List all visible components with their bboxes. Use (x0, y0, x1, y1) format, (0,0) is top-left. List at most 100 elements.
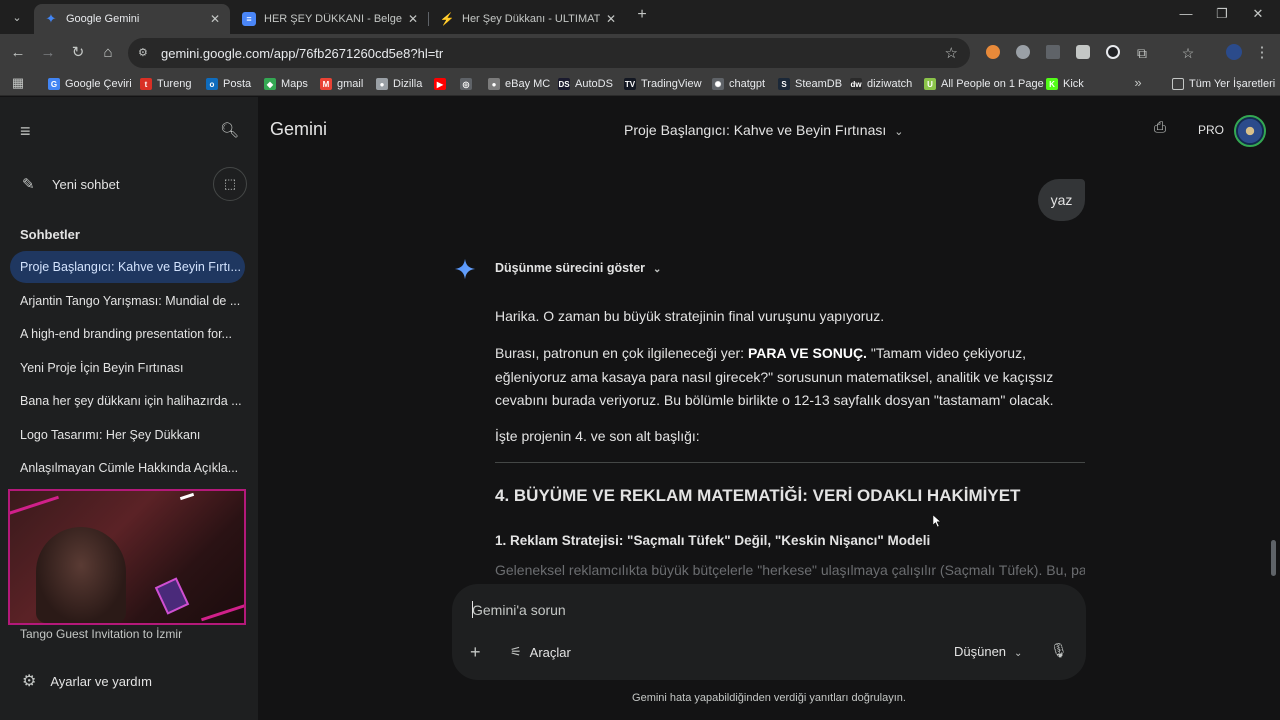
tools-sliders-icon: ⚟ (510, 644, 522, 659)
reload-icon[interactable]: ↻ (68, 43, 88, 63)
tab-her-sey-dukkani-belge[interactable]: ≡ HER ŞEY DÜKKANI - Belge ✕ (232, 4, 428, 34)
search-icon[interactable]: 🔍︎ (220, 121, 239, 139)
gemini-favicon-icon: ✦ (45, 11, 57, 26)
new-chat-label: Yeni sohbet (52, 176, 120, 192)
bookmark-item[interactable]: U All People on 1 Page (924, 76, 1044, 92)
bookmark-item[interactable]: TV TradingView (624, 76, 702, 92)
response-paragraph-faded: Geleneksel reklamcılıkta büyük bütçelerl… (495, 562, 1085, 578)
close-window-icon[interactable]: ✕ (1248, 6, 1268, 22)
bookmark-item[interactable]: ● Dizilla (376, 76, 422, 92)
sidebar-chat-item[interactable]: Anlaşılmayan Cümle Hakkında Açıkla... (10, 452, 245, 484)
all-bookmarks-folder[interactable]: Tüm Yer İşaretleri (1172, 76, 1275, 92)
overlay-stripe (201, 599, 244, 622)
sidebar-chat-item[interactable]: A high-end branding presentation for... (10, 318, 245, 350)
bookmark-favicon-icon: ● (376, 78, 388, 90)
gemini-brand[interactable]: Gemini (270, 119, 327, 140)
sidebar: ≡ 🔍︎ ✎ Yeni sohbet ⬚ Sohbetler Proje Baş… (0, 97, 258, 720)
close-tab-icon[interactable]: ✕ (210, 12, 220, 26)
extension-icon[interactable] (1016, 45, 1030, 59)
bookmark-label: TradingView (641, 78, 702, 90)
bookmark-favicon-icon: K (1046, 78, 1058, 90)
new-tab-button[interactable]: + (632, 6, 652, 28)
gear-icon: ⚙ (22, 673, 37, 690)
extension-icon[interactable] (1106, 45, 1120, 59)
avatar[interactable] (1234, 115, 1266, 147)
bookmark-favicon-icon: TV (624, 78, 636, 90)
prompt-input[interactable] (472, 602, 872, 618)
model-mode-selector[interactable]: Düşünen ⌄ (954, 644, 1022, 659)
docs-favicon-icon: ≡ (242, 12, 256, 26)
bookmark-item[interactable]: S SteamDB (778, 76, 842, 92)
back-icon[interactable]: ← (8, 43, 28, 63)
tab-search-chevron-icon[interactable]: ⌄ (6, 6, 28, 28)
divider (495, 462, 1085, 463)
response-subheading: 1. Reklam Stratejisi: "Saçmalı Tüfek" De… (495, 533, 931, 548)
bookmark-item[interactable]: t Tureng (140, 76, 191, 92)
bookmark-favicon-icon: ◎ (460, 78, 472, 90)
sidebar-chat-item[interactable]: Yeni Proje İçin Beyin Fırtınası (10, 352, 245, 384)
sidebar-chat-item[interactable]: Proje Başlangıcı: Kahve ve Beyin Fırtı..… (10, 251, 245, 283)
bookmark-label: Tureng (157, 78, 192, 90)
more-menu-icon[interactable]: ⋮ (1252, 43, 1272, 63)
settings-help-button[interactable]: ⚙ Ayarlar ve yardım (22, 671, 152, 691)
bookmark-item[interactable]: ✺ chatgpt (712, 76, 765, 92)
bookmark-item[interactable]: Mgmail (320, 76, 363, 92)
show-thinking-button[interactable]: Düşünme sürecini göster ⌄ (495, 261, 661, 275)
response-paragraph: Burası, patronun en çok ilgileneceği yer… (495, 342, 1085, 413)
sidebar-chat-item[interactable]: Arjantin Tango Yarışması: Mundial de ... (10, 285, 245, 317)
tab-her-sey-dukkani-ultimate[interactable]: ⚡ Her Şey Dükkanı - ULTIMATE FI ✕ (430, 4, 626, 34)
bookmark-label: Posta (223, 78, 252, 90)
mouse-cursor-icon (933, 515, 941, 527)
bookmark-favicon-icon: ✺ (712, 78, 724, 90)
bookmarks-icon[interactable]: ☆ (1178, 43, 1198, 63)
tools-button[interactable]: ⚟ Araçlar (510, 644, 571, 660)
forward-icon[interactable]: → (38, 43, 58, 63)
add-attachment-button[interactable]: + (470, 642, 481, 663)
menu-icon[interactable]: ≡ (20, 121, 31, 142)
profile-avatar[interactable] (1226, 44, 1242, 60)
tab-google-gemini[interactable]: ✦ Google Gemini ✕ (34, 4, 230, 34)
emphasis-text: PARA VE SONUÇ. (747, 345, 867, 361)
bookmark-item[interactable]: o Posta (206, 76, 251, 92)
response-paragraph: İşte projenin 4. ve son alt başlığı: (495, 428, 700, 444)
minimize-icon[interactable]: — (1176, 6, 1196, 21)
bookmark-star-icon[interactable]: ☆ (945, 44, 958, 62)
sidebar-chat-item[interactable]: Logo Tasarımı: Her Şey Dükkanı (10, 419, 245, 451)
tools-label: Araçlar (529, 644, 571, 660)
shield-extension-icon[interactable] (1076, 45, 1090, 59)
bookmark-item[interactable]: G Google Çeviri (48, 76, 132, 92)
close-tab-icon[interactable]: ✕ (606, 12, 616, 26)
response-heading: 4. BÜYÜME VE REKLAM MATEMATİĞİ: VERİ ODA… (495, 486, 1021, 505)
scrollbar-thumb[interactable] (1271, 540, 1276, 576)
print-icon[interactable]: ⎙ (1154, 119, 1174, 139)
bookmark-label: Kick (1063, 78, 1084, 90)
text-caret (472, 601, 473, 618)
sidebar-chat-item[interactable]: Bana her şey dükkanı için halihazırda ..… (10, 385, 245, 417)
microphone-icon[interactable]: 🎙︎ (1050, 642, 1068, 659)
conversation-title-button[interactable]: Proje Başlangıcı: Kahve ve Beyin Fırtına… (624, 122, 903, 138)
bookmark-item[interactable]: ● eBay MC (488, 76, 550, 92)
extensions-puzzle-icon[interactable]: ⧉ (1132, 43, 1152, 63)
conversation-title: Proje Başlangıcı: Kahve ve Beyin Fırtına… (624, 122, 887, 138)
bookmark-item[interactable]: ◎ (460, 76, 477, 92)
bookmark-item[interactable]: dw diziwatch (850, 76, 912, 92)
sidebar-item-partial[interactable]: Tango Guest Invitation to İzmir (20, 627, 182, 641)
address-bar[interactable]: ⚙ gemini.google.com/app/76fb2671260cd5e8… (128, 38, 970, 68)
plan-badge: PRO (1198, 123, 1225, 137)
new-chat-button[interactable]: ✎ Yeni sohbet (22, 175, 119, 193)
home-icon[interactable]: ⌂ (98, 43, 118, 63)
bookmark-item[interactable]: ◆ Maps (264, 76, 308, 92)
apps-grid-icon[interactable]: ▦ (8, 73, 28, 93)
extension-icon[interactable] (1046, 45, 1060, 59)
site-info-icon[interactable]: ⚙ (138, 46, 152, 60)
extension-icon[interactable] (986, 45, 1000, 59)
bookmark-item[interactable]: ▶ (434, 76, 451, 92)
bookmark-favicon-icon: ● (488, 78, 500, 90)
temporary-chat-button[interactable]: ⬚ (213, 167, 247, 201)
restore-icon[interactable]: ❐ (1212, 6, 1232, 22)
close-tab-icon[interactable]: ✕ (408, 12, 418, 26)
bookmark-item[interactable]: K Kick (1046, 76, 1084, 92)
more-bookmarks-chevron-icon[interactable]: » (1128, 73, 1148, 93)
edit-icon: ✎ (22, 176, 35, 193)
bookmark-item[interactable]: DS AutoDS (558, 76, 613, 92)
